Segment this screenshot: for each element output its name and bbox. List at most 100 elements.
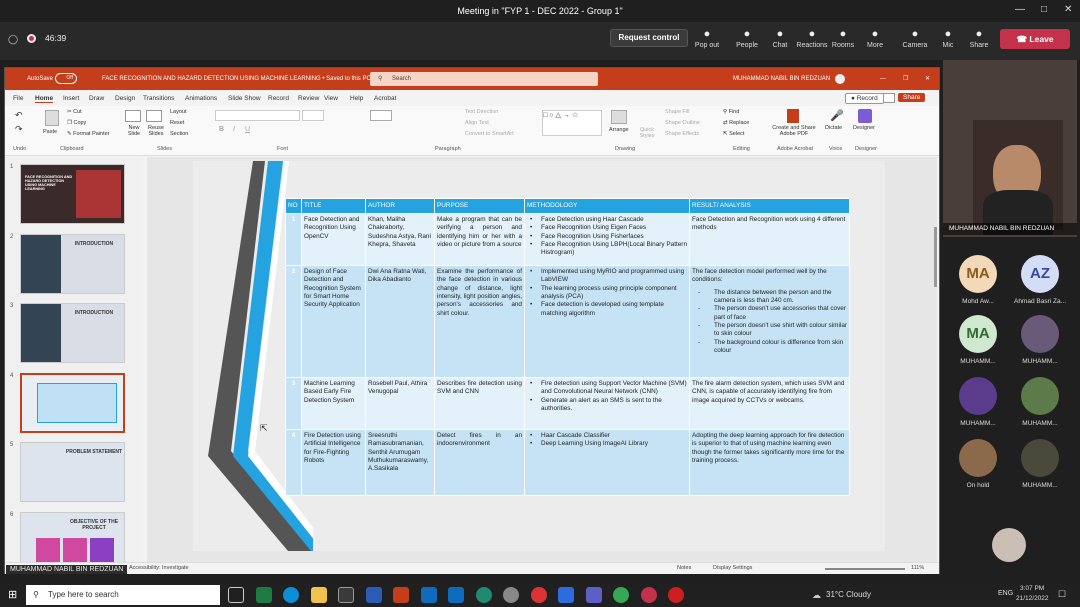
- menu-insert[interactable]: Insert: [63, 95, 79, 102]
- slide-thumbnail-2[interactable]: INTRODUCTION: [20, 234, 125, 294]
- taskbar-search[interactable]: ⚲ Type here to search: [26, 585, 220, 605]
- clock-date[interactable]: 21/12/2022: [1016, 595, 1049, 602]
- slide-thumbnail-5[interactable]: PROBLEM STATEMENT: [20, 442, 125, 502]
- shape-outline-button[interactable]: Shape Outline: [665, 120, 700, 126]
- mail-icon[interactable]: [421, 587, 437, 603]
- menu-view[interactable]: View: [324, 95, 338, 102]
- text-direction-button[interactable]: Text Direction: [465, 109, 498, 115]
- participant-avatar[interactable]: [959, 377, 997, 415]
- opera-icon[interactable]: [668, 587, 684, 603]
- notes-button[interactable]: Notes: [677, 565, 691, 571]
- windows-start-icon[interactable]: ⊞: [8, 588, 17, 601]
- file-explorer-icon[interactable]: [311, 587, 327, 603]
- more-button[interactable]: ● More: [858, 28, 892, 49]
- share-button[interactable]: Share: [898, 93, 926, 102]
- underline-icon[interactable]: U: [245, 126, 250, 133]
- app-red2-icon[interactable]: [641, 587, 657, 603]
- display-settings-button[interactable]: Display Settings: [713, 565, 752, 571]
- shape-effects-button[interactable]: Shape Effects: [665, 131, 699, 137]
- menu-file[interactable]: File: [13, 95, 23, 102]
- dictate-label[interactable]: Dictate: [825, 125, 842, 131]
- paste-icon[interactable]: [45, 110, 59, 126]
- slide-thumbnail-3[interactable]: INTRODUCTION: [20, 303, 125, 363]
- menu-record[interactable]: Record: [268, 95, 289, 102]
- participant-avatar[interactable]: [1021, 315, 1059, 353]
- app-red-icon[interactable]: [531, 587, 547, 603]
- comments-icon[interactable]: [883, 93, 895, 103]
- paste-label[interactable]: Paste: [43, 129, 57, 135]
- participant-avatar[interactable]: MA: [959, 315, 997, 353]
- menu-review[interactable]: Review: [298, 95, 319, 102]
- clock-time[interactable]: 3:07 PM: [1020, 585, 1044, 592]
- menu-slide-show[interactable]: Slide Show: [228, 95, 261, 102]
- word-icon[interactable]: [366, 587, 382, 603]
- adobe-pdf-icon[interactable]: [787, 109, 799, 123]
- undo-icon[interactable]: ↶: [15, 110, 23, 121]
- mic-button[interactable]: ● Mic: [931, 28, 965, 49]
- task-view-icon[interactable]: [228, 587, 244, 603]
- replace-button[interactable]: ⇄ Replace: [723, 120, 749, 126]
- request-control-button[interactable]: Request control: [610, 29, 688, 47]
- participant-avatar[interactable]: AZ: [1021, 255, 1059, 293]
- edge-icon[interactable]: [283, 587, 299, 603]
- maximize-icon[interactable]: □: [1041, 4, 1047, 15]
- menu-design[interactable]: Design: [115, 95, 135, 102]
- menu-acrobat[interactable]: Acrobat: [374, 95, 396, 102]
- camera-button[interactable]: ● Camera: [898, 28, 932, 49]
- people-button[interactable]: ● People: [730, 28, 764, 49]
- outlook-icon[interactable]: [448, 587, 464, 603]
- zoom-level[interactable]: 111%: [911, 565, 924, 571]
- reset-button[interactable]: Reset: [170, 120, 184, 126]
- user-avatar[interactable]: [835, 74, 845, 84]
- autosave-toggle[interactable]: Off: [55, 73, 77, 84]
- italic-icon[interactable]: I: [233, 126, 235, 133]
- menu-animations[interactable]: Animations: [185, 95, 217, 102]
- bold-icon[interactable]: B: [219, 126, 224, 133]
- close-icon[interactable]: ✕: [1064, 4, 1072, 15]
- reactions-button[interactable]: ● Reactions: [795, 28, 829, 49]
- slide-thumbnail-1[interactable]: FACE RECOGNITION AND HAZARD DETECTION US…: [20, 164, 125, 224]
- share-button[interactable]: ● Share: [962, 28, 996, 49]
- shape-fill-button[interactable]: Shape Fill: [665, 109, 689, 115]
- menu-transitions[interactable]: Transitions: [143, 95, 175, 102]
- create-share-pdf-label[interactable]: Create and Share Adobe PDF: [769, 125, 819, 137]
- reuse-slides-label[interactable]: Reuse Slides: [145, 125, 167, 137]
- bullets-icon[interactable]: [370, 110, 392, 121]
- slide-thumbnail-4[interactable]: [20, 373, 125, 433]
- align-text-button[interactable]: Align Text: [465, 120, 489, 126]
- participant-avatar[interactable]: [1021, 439, 1059, 477]
- app-icon[interactable]: [503, 587, 519, 603]
- excel-icon[interactable]: [256, 587, 272, 603]
- ppt-minimize-icon[interactable]: —: [880, 68, 886, 90]
- minimize-icon[interactable]: —: [1015, 4, 1025, 15]
- chat-button[interactable]: ● Chat: [763, 28, 797, 49]
- participant-avatar[interactable]: [959, 439, 997, 477]
- section-button[interactable]: Section: [170, 131, 188, 137]
- ppt-search-box[interactable]: ⚲ Search: [370, 72, 598, 86]
- ppt-restore-icon[interactable]: ❐: [903, 68, 908, 90]
- font-name-field[interactable]: [215, 110, 300, 121]
- weather-icon[interactable]: ☁: [812, 590, 821, 601]
- shapes-gallery[interactable]: □○△→☆: [542, 110, 602, 136]
- convert-smartart-button[interactable]: Convert to SmartArt: [465, 131, 514, 137]
- font-size-field[interactable]: [302, 110, 324, 121]
- chrome-icon[interactable]: [613, 587, 629, 603]
- redo-icon[interactable]: ↷: [15, 124, 23, 135]
- layout-button[interactable]: Layout: [170, 109, 187, 115]
- cut-button[interactable]: ✂ Cut: [67, 109, 82, 115]
- quick-styles-label[interactable]: Quick Styles: [635, 127, 659, 139]
- arrange-icon[interactable]: [611, 110, 627, 124]
- reuse-slides-icon[interactable]: [146, 110, 162, 122]
- accessibility-status[interactable]: Accessibility: Investigate: [129, 565, 189, 571]
- record-button[interactable]: ● Record: [845, 93, 884, 104]
- new-slide-label[interactable]: New Slide: [123, 125, 145, 137]
- participant-avatar[interactable]: [1021, 377, 1059, 415]
- weather-text[interactable]: 31°C Cloudy: [826, 590, 871, 599]
- store-icon[interactable]: [338, 587, 354, 603]
- language-indicator[interactable]: ENG: [998, 590, 1013, 597]
- pop-out-button[interactable]: ● Pop out: [690, 28, 724, 49]
- find-button[interactable]: ⚲ Find: [723, 109, 739, 115]
- menu-home[interactable]: Home: [35, 95, 54, 103]
- edge-dev-icon[interactable]: [476, 587, 492, 603]
- copy-button[interactable]: ❐ Copy: [67, 120, 86, 126]
